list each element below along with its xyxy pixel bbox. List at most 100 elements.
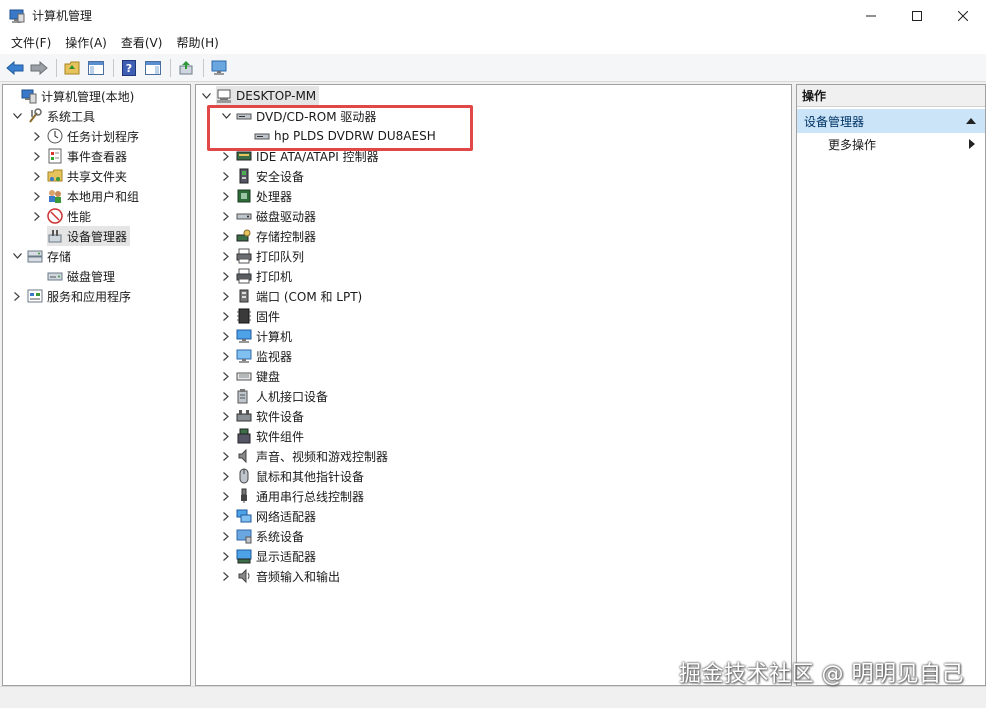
device-category-item[interactable]: 存储控制器 [220,226,316,246]
device-category-item[interactable]: 人机接口设备 [220,386,328,406]
menu-bar: 文件(F) 操作(A) 查看(V) 帮助(H) [0,31,986,54]
actions-section-device-manager[interactable]: 设备管理器 [797,109,985,133]
device-category-item[interactable]: 音频输入和输出 [220,566,340,586]
device-category-item[interactable]: 通用串行总线控制器 [220,486,364,506]
update-driver-button[interactable] [175,57,197,79]
chevron-right-icon[interactable] [220,546,232,566]
console-tree-item[interactable]: 设备管理器 [31,226,131,246]
chevron-right-icon[interactable] [220,246,232,266]
up-folder-button[interactable] [61,57,83,79]
chevron-right-icon[interactable] [220,366,232,386]
console-tree-item[interactable]: 共享文件夹 [31,166,127,186]
tree-item-label: 软件设备 [256,409,305,424]
chevron-right-icon[interactable] [220,206,232,226]
chevron-right-icon[interactable] [31,186,43,206]
folder-up-icon [64,61,80,74]
chevron-down-icon[interactable] [200,86,212,106]
tree-item-label: 存储 [47,249,72,264]
chevron-right-icon[interactable] [31,206,43,226]
chevron-right-icon[interactable] [220,486,232,506]
device-category-item[interactable]: 鼠标和其他指针设备 [220,466,364,486]
console-tree-item[interactable]: 磁盘管理 [31,266,115,286]
show-hide-action-button[interactable] [142,57,164,79]
chevron-down-icon[interactable] [11,246,23,266]
menu-view[interactable]: 查看(V) [114,34,170,51]
device-category-item[interactable]: 软件组件 [220,426,304,446]
console-tree-item[interactable]: 服务和应用程序 [11,286,131,306]
audio-io-icon [236,568,252,584]
chevron-right-icon[interactable] [220,166,232,186]
device-category-item[interactable]: 固件 [220,306,280,326]
tree-item-label: 键盘 [256,369,281,384]
forward-button[interactable] [28,57,50,79]
device-category-item[interactable]: 显示适配器 [220,546,316,566]
tree-item-label: 任务计划程序 [67,129,140,144]
device-category-item[interactable]: 声音、视频和游戏控制器 [220,446,388,466]
device-category-item[interactable]: 端口 (COM 和 LPT) [220,286,362,306]
device-category-item[interactable]: 网络适配器 [220,506,316,526]
console-tree-item[interactable]: 任务计划程序 [31,126,139,146]
close-button[interactable] [940,0,986,31]
system-device-icon [236,528,252,544]
more-actions-item[interactable]: 更多操作 [797,134,985,154]
console-tree-item[interactable]: 事件查看器 [31,146,127,166]
scan-hardware-button[interactable] [208,57,230,79]
chevron-right-icon[interactable] [220,286,232,306]
hid-icon [236,388,252,404]
tree-item-label: 系统设备 [256,529,305,544]
chevron-right-icon[interactable] [31,126,43,146]
minimize-button[interactable] [848,0,894,31]
menu-file[interactable]: 文件(F) [4,34,58,51]
chevron-right-icon[interactable] [220,506,232,526]
chevron-right-icon[interactable] [220,226,232,246]
chevron-right-icon[interactable] [220,466,232,486]
chevron-right-icon[interactable] [220,346,232,366]
tree-item-label: 软件组件 [256,429,305,444]
console-tree-item[interactable]: 存储 [11,246,71,266]
root-computer-icon [216,88,232,104]
device-tree-root[interactable]: DESKTOP-MM [200,86,320,106]
processor-icon [236,188,252,204]
chevron-right-icon[interactable] [220,326,232,346]
help-button[interactable]: ? [118,57,140,79]
maximize-button[interactable] [894,0,940,31]
chevron-right-icon[interactable] [220,186,232,206]
chevron-right-icon[interactable] [220,566,232,586]
back-button[interactable] [4,57,26,79]
disk-drive-icon [236,208,252,224]
services-icon [27,288,43,304]
console-tree-item[interactable]: 系统工具 [11,106,95,126]
device-category-item[interactable]: 打印机 [220,266,292,286]
tree-item-label: 鼠标和其他指针设备 [256,469,365,484]
monitor-icon [236,348,252,364]
device-category-item[interactable]: 软件设备 [220,406,304,426]
device-category-item[interactable]: 计算机 [220,326,292,346]
chevron-right-icon[interactable] [220,266,232,286]
console-tree-item[interactable]: 性能 [31,206,91,226]
chevron-right-icon[interactable] [31,166,43,186]
menu-action[interactable]: 操作(A) [58,34,114,51]
chevron-right-icon[interactable] [220,386,232,406]
device-category-item[interactable]: 打印队列 [220,246,304,266]
chevron-right-icon[interactable] [220,446,232,466]
chevron-right-icon[interactable] [31,146,43,166]
console-tree-item[interactable]: 本地用户和组 [31,186,139,206]
menu-help[interactable]: 帮助(H) [169,34,225,51]
chevron-right-icon[interactable] [11,286,23,306]
show-hide-tree-button[interactable] [85,57,107,79]
chevron-right-icon[interactable] [220,426,232,446]
device-category-item[interactable]: 磁盘驱动器 [220,206,316,226]
chevron-right-icon[interactable] [220,306,232,326]
device-category-item[interactable]: 处理器 [220,186,292,206]
device-category-item[interactable]: 监视器 [220,346,292,366]
device-category-item[interactable]: 系统设备 [220,526,304,546]
chevron-right-icon[interactable] [220,406,232,426]
console-tree-item[interactable]: 计算机管理(本地) [5,86,134,106]
svg-text:?: ? [126,62,132,75]
device-category-item[interactable]: 键盘 [220,366,280,386]
chevron-right-icon[interactable] [220,526,232,546]
device-category-item[interactable]: 安全设备 [220,166,304,186]
chevron-down-icon[interactable] [11,106,23,126]
tree-item-label: 服务和应用程序 [47,289,132,304]
